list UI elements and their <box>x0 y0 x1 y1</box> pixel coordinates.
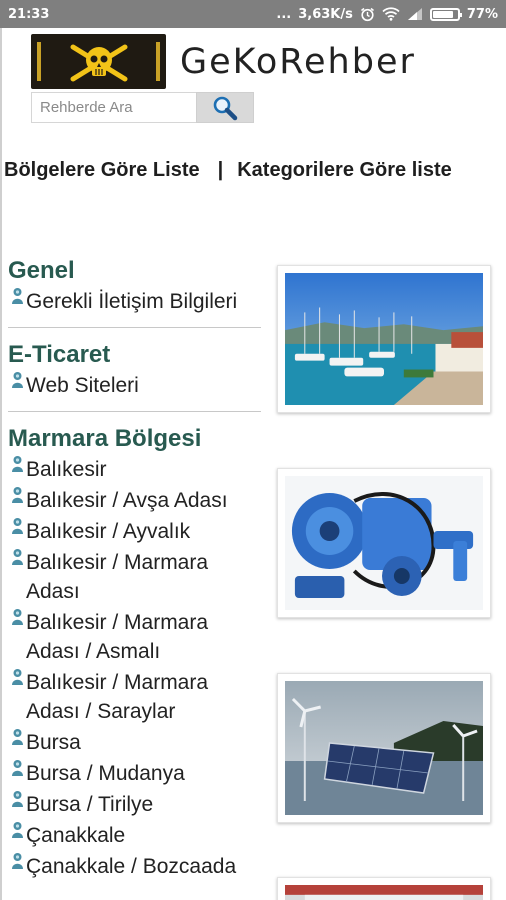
engine-image <box>285 476 483 610</box>
group-divider <box>8 411 261 412</box>
battery-icon <box>429 7 462 21</box>
list-item-label: Bursa <box>26 731 81 754</box>
list-mode-nav: Bölgelere Göre Liste | Kategorilere Göre l… <box>4 156 494 185</box>
person-pin-icon <box>8 371 26 389</box>
list-item-label: Çanakkale / Bozcaada <box>26 855 237 878</box>
photo-marina[interactable] <box>277 265 491 413</box>
group-title[interactable]: Genel <box>8 256 261 286</box>
search-button[interactable] <box>196 92 254 123</box>
regions-list-link[interactable]: Bölgelere Göre Liste <box>4 159 200 181</box>
list-item[interactable]: Balıkesir / Marmara Adası <box>8 547 261 607</box>
status-icons: ... 3,63K/s 77% <box>276 7 498 22</box>
list-item-label: Çanakkale <box>26 824 126 847</box>
notification-dots: ... <box>276 6 292 22</box>
region-list: Genel Gerekli İletişim Bilgileri E-Ticaret… <box>8 256 261 882</box>
person-pin-icon <box>8 728 26 746</box>
search-input[interactable] <box>31 92 196 123</box>
person-pin-icon <box>8 821 26 839</box>
list-item-label: Bursa / Mudanya <box>26 762 185 785</box>
solar-image <box>285 681 483 815</box>
person-pin-icon <box>8 790 26 808</box>
network-speed: 3,63K/s <box>298 6 353 22</box>
magnifier-icon <box>213 96 238 120</box>
list-item[interactable]: Bursa / Mudanya <box>8 758 261 789</box>
list-item-label: Balıkesir / Avşa Adası <box>26 489 228 512</box>
list-item[interactable]: Balıkesir / Avşa Adası <box>8 485 261 516</box>
list-item-label: Balıkesir <box>26 458 107 481</box>
list-item-label: Gerekli İletişim Bilgileri <box>26 290 238 313</box>
photo-engine[interactable] <box>277 468 491 618</box>
list-item-label: Balıkesir / Marmara Adası <box>26 551 209 603</box>
photo-fourth[interactable] <box>277 877 491 900</box>
person-pin-icon <box>8 517 26 535</box>
skull-crossbones-logo <box>70 44 127 81</box>
list-item-label: Balıkesir / Ayvalık <box>26 520 191 543</box>
fourth-image <box>285 885 483 900</box>
group-title[interactable]: Marmara Bölgesi <box>8 424 261 454</box>
signal-icon <box>407 8 422 20</box>
person-pin-icon <box>8 455 26 473</box>
status-time: 21:33 <box>8 6 50 22</box>
person-pin-icon <box>8 759 26 777</box>
photo-solar[interactable] <box>277 673 491 823</box>
person-pin-icon <box>8 668 26 686</box>
list-item[interactable]: Balıkesir / Marmara Adası / Asmalı <box>8 607 261 667</box>
search-bar <box>31 92 254 123</box>
person-pin-icon <box>8 287 26 305</box>
person-pin-icon <box>8 608 26 626</box>
list-item[interactable]: Çanakkale <box>8 820 261 851</box>
person-pin-icon <box>8 852 26 870</box>
categories-list-link[interactable]: Kategorilere Göre liste <box>237 159 452 181</box>
list-item[interactable]: Çanakkale / Bozcaada <box>8 851 261 882</box>
marina-image <box>285 273 483 405</box>
wifi-icon <box>382 7 400 21</box>
list-item[interactable]: Balıkesir <box>8 454 261 485</box>
list-item[interactable]: Bursa / Tirilye <box>8 789 261 820</box>
brand-title: GeKoRehber <box>180 42 416 82</box>
list-item-label: Balıkesir / Marmara Adası / Asmalı <box>26 611 209 663</box>
list-item[interactable]: Gerekli İletişim Bilgileri <box>8 286 261 317</box>
list-item[interactable]: Balıkesir / Marmara Adası / Saraylar <box>8 667 261 727</box>
battery-percent: 77% <box>466 6 498 22</box>
alarm-icon <box>360 7 374 21</box>
group-title[interactable]: E-Ticaret <box>8 340 261 370</box>
group-divider <box>8 327 261 328</box>
app-logo[interactable] <box>31 34 166 89</box>
person-pin-icon <box>8 548 26 566</box>
person-pin-icon <box>8 486 26 504</box>
list-item[interactable]: Bursa <box>8 727 261 758</box>
nav-separator: | <box>217 159 224 181</box>
page: GeKoRehber Bölgelere Göre Liste | Kategori… <box>0 28 506 900</box>
list-item-label: Web Siteleri <box>26 374 139 397</box>
list-item[interactable]: Web Siteleri <box>8 370 261 401</box>
list-item-label: Balıkesir / Marmara Adası / Saraylar <box>26 671 209 723</box>
list-item-label: Bursa / Tirilye <box>26 793 154 816</box>
list-item[interactable]: Balıkesir / Ayvalık <box>8 516 261 547</box>
status-bar: 21:33 ... 3,63K/s 77% <box>0 0 506 28</box>
